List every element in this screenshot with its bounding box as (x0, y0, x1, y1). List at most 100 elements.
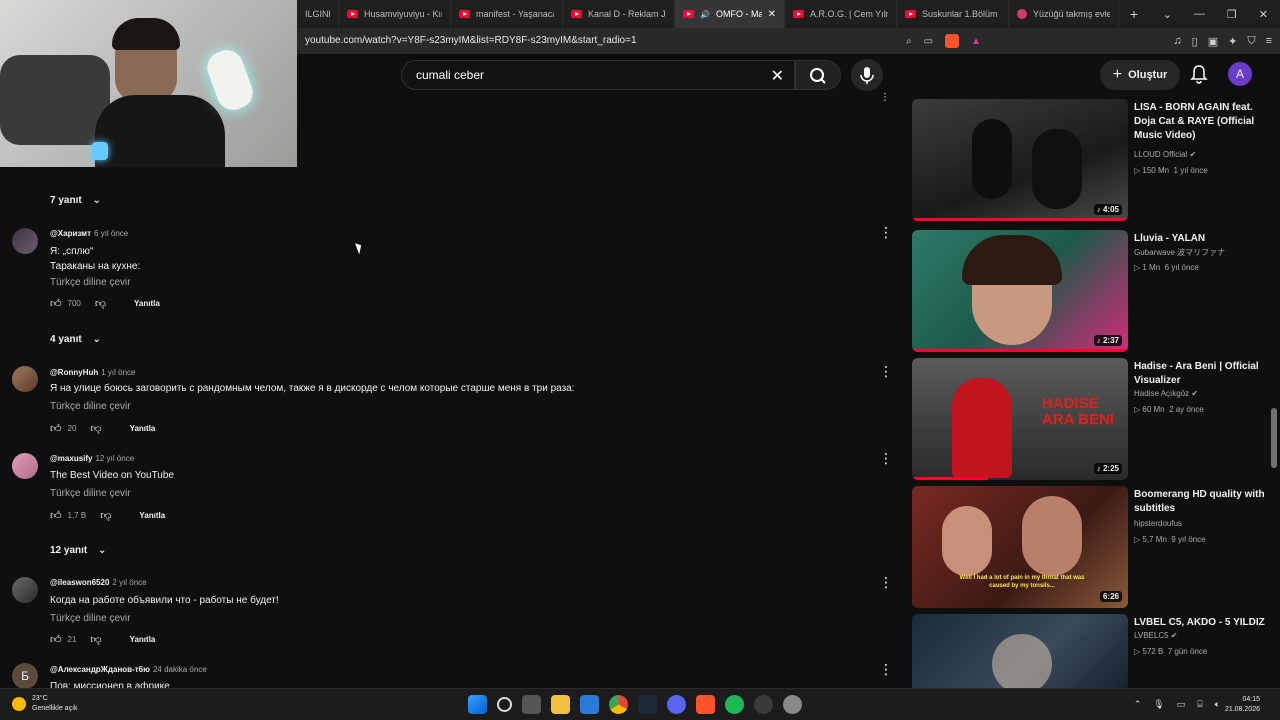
comment-author[interactable]: @maxusify 12 yıl önce (50, 454, 134, 463)
comment-time[interactable]: 12 yıl önce (95, 454, 134, 463)
translate-link[interactable]: Türkçe diline çevir (50, 401, 131, 412)
zoom-icon[interactable]: ⌕ (906, 36, 912, 47)
video-thumbnail[interactable]: Well I had a lot of pain in my throat th… (912, 486, 1128, 608)
video-channel[interactable]: LLOUD Official ✔ (1134, 150, 1196, 159)
video-channel[interactable]: Gubarwave 波マリファナ (1134, 247, 1225, 258)
comment-author[interactable]: @АлександрЖданов-т6ю 24 dakika önce (50, 665, 207, 674)
video-channel[interactable]: Hadise Açıkgöz ✔ (1134, 389, 1198, 398)
brave-rewards-icon[interactable]: ▲ (971, 36, 981, 47)
search-taskbar-icon[interactable] (497, 697, 512, 712)
related-video[interactable]: ♪ 4:05 LISA - BORN AGAIN feat. Doja Cat … (912, 99, 1280, 221)
chrome-icon[interactable] (609, 695, 628, 714)
video-thumbnail[interactable]: ♪ 2:37 (912, 230, 1128, 352)
comment-time[interactable]: 6 yıl önce (94, 229, 128, 238)
discord-icon[interactable] (667, 695, 686, 714)
microphone-tray-icon[interactable]: 🎙︎ (1153, 699, 1164, 710)
browser-tab[interactable]: ILGINLIK (297, 0, 339, 28)
translate-link[interactable]: Türkçe diline çevir (50, 613, 131, 624)
file-explorer-icon[interactable] (551, 695, 570, 714)
replies-toggle[interactable]: 7 yanıt ⌄ (50, 195, 101, 206)
author-name[interactable]: @Харизмт (50, 229, 91, 238)
reply-button[interactable]: Yanıtla (130, 424, 156, 433)
voice-search-button[interactable] (851, 59, 883, 91)
video-title[interactable]: LVBEL C5, AKDO - 5 YILDIZ (1134, 616, 1274, 630)
store-icon[interactable] (580, 695, 599, 714)
clear-search-icon[interactable]: ✕ (771, 66, 784, 86)
comment-menu-icon[interactable]: ⋮ (879, 661, 893, 678)
comment-menu-icon[interactable]: ⋮ (879, 574, 893, 591)
dislike-icon[interactable]: 👎︎ (95, 297, 106, 310)
notifications-bell-icon[interactable] (1189, 64, 1209, 84)
extensions-icon[interactable]: ✦ (1228, 35, 1237, 48)
search-button[interactable] (795, 60, 841, 90)
comment-author[interactable]: @ileaswon6520 2 yıl önce (50, 578, 147, 587)
vpn-icon[interactable]: ⛉ (1247, 35, 1255, 48)
steam-icon[interactable] (638, 695, 657, 714)
channel-name[interactable]: hipsterdoufus (1134, 519, 1182, 528)
sidebar-icon[interactable]: ▯ (1192, 35, 1198, 48)
search-input[interactable]: cumali ceber (416, 68, 484, 82)
display-icon[interactable]: ▭ (1177, 699, 1186, 710)
comment-avatar[interactable] (12, 228, 38, 254)
wallet-icon[interactable]: ▣ (1208, 35, 1218, 48)
new-tab-icon[interactable]: + (1119, 6, 1149, 22)
browser-tab[interactable]: Kanal D - Reklam Jene (563, 0, 675, 28)
channel-name[interactable]: LLOUD Official (1134, 150, 1187, 159)
channel-name[interactable]: Gubarwave 波マリファナ (1134, 248, 1225, 257)
author-name[interactable]: @ileaswon6520 (50, 578, 109, 587)
replies-toggle[interactable]: 4 yanıt ⌄ (50, 334, 101, 345)
translate-link[interactable]: Türkçe diline çevir (50, 488, 131, 499)
video-thumbnail[interactable]: ♪ 4:05 (912, 99, 1128, 221)
comment-avatar[interactable] (12, 366, 38, 392)
brave-icon[interactable] (696, 695, 715, 714)
browser-tab[interactable]: Husamviyuviyu - Kırıl (339, 0, 451, 28)
video-thumbnail[interactable]: HADISE ARA BENI ♪ 2:25 (912, 358, 1128, 480)
steam-client-icon[interactable] (754, 695, 773, 714)
related-video[interactable]: LVBEL C5, AKDO - 5 YILDIZ LVBELC5 ✔ ▷ 57… (912, 614, 1280, 688)
related-video[interactable]: HADISE ARA BENI ♪ 2:25 Hadise - Ara Beni… (912, 358, 1280, 480)
brave-shield-icon[interactable] (945, 34, 960, 48)
comment-time[interactable]: 24 dakika önce (153, 665, 207, 674)
comment-author[interactable]: @Харизмт 6 yıl önce (50, 229, 128, 238)
network-icon[interactable]: ⌸ (1197, 699, 1202, 710)
comment-author[interactable]: @RonnyHuh 1 yıl önce (50, 368, 136, 377)
minimize-icon[interactable]: — (1194, 8, 1205, 21)
account-avatar[interactable]: A (1228, 62, 1252, 86)
video-channel[interactable]: hipsterdoufus (1134, 519, 1182, 528)
like-icon[interactable]: 👍︎ (50, 633, 62, 646)
video-title[interactable]: Boomerang HD quality with subtitles (1134, 488, 1274, 516)
restore-icon[interactable]: ❐ (1227, 8, 1237, 21)
reply-button[interactable]: Yanıtla (134, 299, 160, 308)
tray-chevron-icon[interactable]: ⌃ (1134, 699, 1142, 710)
author-name[interactable]: @maxusify (50, 454, 92, 463)
menu-icon[interactable]: ≡ (1266, 35, 1272, 47)
reply-button[interactable]: Yanıtla (139, 511, 165, 520)
replies-toggle[interactable]: 12 yanıt ⌄ (50, 545, 106, 556)
weather-widget[interactable]: 23°C Genellikle açık (12, 694, 78, 714)
close-tab-icon[interactable]: ✕ (768, 9, 776, 20)
comment-menu-icon[interactable]: ⋮ (879, 224, 893, 241)
dislike-icon[interactable]: 👎︎ (90, 633, 101, 646)
browser-tab[interactable]: Yüzüğü takmış evlenıy (1009, 0, 1119, 28)
video-title[interactable]: Hadise - Ara Beni | Official Visualizer (1134, 360, 1274, 388)
like-icon[interactable]: 👍︎ (50, 422, 62, 435)
browser-tab[interactable]: Suskunlar 1.Bölüm - Y (897, 0, 1009, 28)
comment-avatar[interactable] (12, 453, 38, 479)
url-field[interactable]: youtube.com/watch?v=Y8F-s23myIM&list=RDY… (305, 28, 637, 54)
media-icon[interactable]: ♫ (1173, 35, 1181, 47)
more-options-icon[interactable]: ⋮ (880, 92, 890, 103)
task-view-icon[interactable] (522, 695, 541, 714)
settings-gear-icon[interactable] (783, 695, 802, 714)
start-windows-icon[interactable] (468, 695, 487, 714)
comment-avatar[interactable]: Б (12, 663, 38, 689)
comment-time[interactable]: 1 yıl önce (101, 368, 135, 377)
related-video[interactable]: ♪ 2:37 Lluvia - YALAN Gubarwave 波マリファナ ▷… (912, 230, 1280, 352)
browser-tab-active[interactable]: 🔊 OMFO - Magic ✕ (675, 0, 785, 28)
translate-link[interactable]: Türkçe diline çevir (50, 277, 131, 288)
reply-button[interactable]: Yanıtla (130, 635, 156, 644)
tab-list-chevron-icon[interactable]: ⌄ (1163, 8, 1172, 21)
channel-name[interactable]: Hadise Açıkgöz (1134, 389, 1189, 398)
close-window-icon[interactable]: ✕ (1259, 8, 1268, 21)
author-name[interactable]: @RonnyHuh (50, 368, 98, 377)
page-scrollbar[interactable] (1271, 408, 1277, 468)
